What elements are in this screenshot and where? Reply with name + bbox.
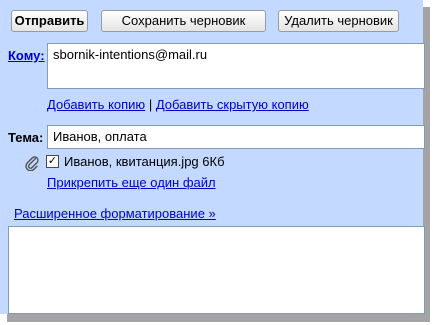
- attachment-checkbox[interactable]: ✓: [46, 155, 59, 168]
- save-draft-button[interactable]: Сохранить черновик: [101, 10, 266, 32]
- to-label-link[interactable]: Кому:: [8, 48, 45, 63]
- delete-draft-button[interactable]: Удалить черновик: [278, 10, 399, 32]
- subject-field[interactable]: Иванов, оплата: [47, 125, 425, 149]
- attachment-size: 6Кб: [202, 154, 225, 169]
- subject-value: Иванов, оплата: [53, 129, 147, 144]
- to-value: sbornik-intentions@mail.ru: [53, 47, 208, 62]
- attach-another-file-link[interactable]: Прикрепить еще один файл: [47, 175, 216, 190]
- attachment-filename: Иванов, квитанция.jpg: [64, 154, 199, 169]
- paperclip-icon: [25, 156, 39, 171]
- message-body-textarea[interactable]: [8, 226, 425, 314]
- subject-label: Тема:: [8, 130, 44, 145]
- links-separator: |: [148, 97, 153, 112]
- recipient-links: Добавить копию | Добавить скрытую копию: [47, 97, 309, 112]
- send-button[interactable]: Отправить: [11, 10, 88, 32]
- advanced-formatting-link[interactable]: Расширенное форматирование »: [14, 206, 216, 221]
- to-field[interactable]: sbornik-intentions@mail.ru: [47, 43, 425, 89]
- attachment-info: Иванов, квитанция.jpg 6Кб: [64, 154, 225, 169]
- compose-panel: Отправить Сохранить черновик Удалить чер…: [0, 0, 425, 314]
- add-hidden-copy-link[interactable]: Добавить скрытую копию: [156, 97, 309, 112]
- add-copy-link[interactable]: Добавить копию: [47, 97, 145, 112]
